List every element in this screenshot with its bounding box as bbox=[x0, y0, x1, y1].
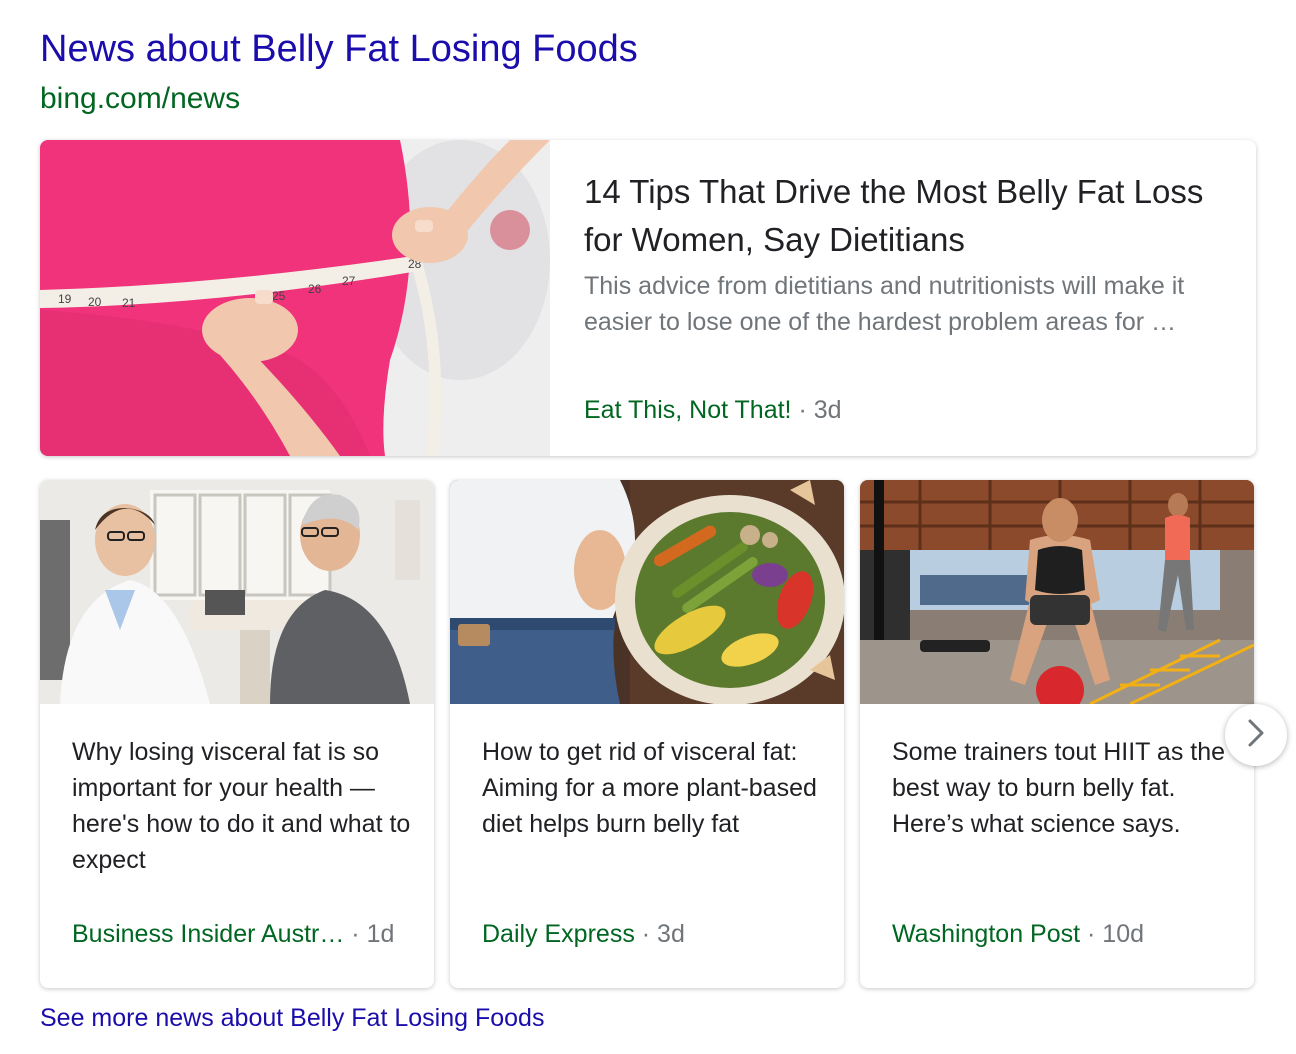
card-article-title[interactable]: Why losing visceral fat is so important … bbox=[72, 734, 412, 878]
source-url: bing.com/news bbox=[40, 82, 241, 115]
card-article-meta: Business Insider Austr… · 1d bbox=[72, 920, 394, 949]
card-article-age: · 1d bbox=[351, 920, 395, 948]
news-card-plant-based-diet[interactable]: How to get rid of visceral fat: Aiming f… bbox=[450, 480, 844, 988]
see-more-news-link[interactable]: See more news about Belly Fat Losing Foo… bbox=[40, 1004, 544, 1033]
card-article-age: · 3d bbox=[641, 920, 685, 948]
featured-source-name: Eat This, Not That! bbox=[584, 396, 792, 424]
card-source-name: Daily Express bbox=[482, 920, 635, 948]
card-article-meta: Daily Express · 3d bbox=[482, 920, 685, 949]
card-source-name: Washington Post bbox=[892, 920, 1081, 948]
tape-number: 21 bbox=[122, 296, 136, 310]
tape-number: 25 bbox=[272, 289, 286, 303]
tape-number: 19 bbox=[58, 292, 72, 306]
news-heading-link[interactable]: News about Belly Fat Losing Foods bbox=[40, 28, 638, 71]
tape-number: 27 bbox=[342, 274, 356, 288]
card-article-age: · 10d bbox=[1087, 920, 1144, 948]
featured-article-meta: Eat This, Not That! · 3d bbox=[584, 396, 842, 425]
featured-article-title[interactable]: 14 Tips That Drive the Most Belly Fat Lo… bbox=[584, 168, 1224, 264]
card-article-title[interactable]: Some trainers tout HIIT as the best way … bbox=[892, 734, 1232, 842]
tape-number: 26 bbox=[308, 282, 322, 296]
card-image-garage-gym[interactable] bbox=[860, 480, 1254, 704]
featured-article-snippet: This advice from dietitians and nutritio… bbox=[584, 272, 1185, 336]
chevron-right-icon bbox=[1245, 718, 1267, 753]
card-article-meta: Washington Post · 10d bbox=[892, 920, 1144, 949]
card-image-doctor-patient[interactable] bbox=[40, 480, 434, 704]
featured-news-card[interactable]: 19 20 21 25 26 27 28 14 Tips That Drive … bbox=[40, 140, 1256, 456]
featured-article-age: · 3d bbox=[798, 396, 842, 424]
featured-article-image[interactable]: 19 20 21 25 26 27 28 bbox=[40, 140, 550, 456]
carousel-next-button[interactable] bbox=[1225, 704, 1287, 766]
tape-number: 20 bbox=[88, 295, 102, 309]
card-article-title[interactable]: How to get rid of visceral fat: Aiming f… bbox=[482, 734, 822, 842]
news-card-hiit-belly-fat[interactable]: Some trainers tout HIIT as the best way … bbox=[860, 480, 1254, 988]
news-card-visceral-fat-health[interactable]: Why losing visceral fat is so important … bbox=[40, 480, 434, 988]
card-source-name: Business Insider Austr… bbox=[72, 920, 345, 948]
card-image-vegetable-plate[interactable] bbox=[450, 480, 844, 704]
